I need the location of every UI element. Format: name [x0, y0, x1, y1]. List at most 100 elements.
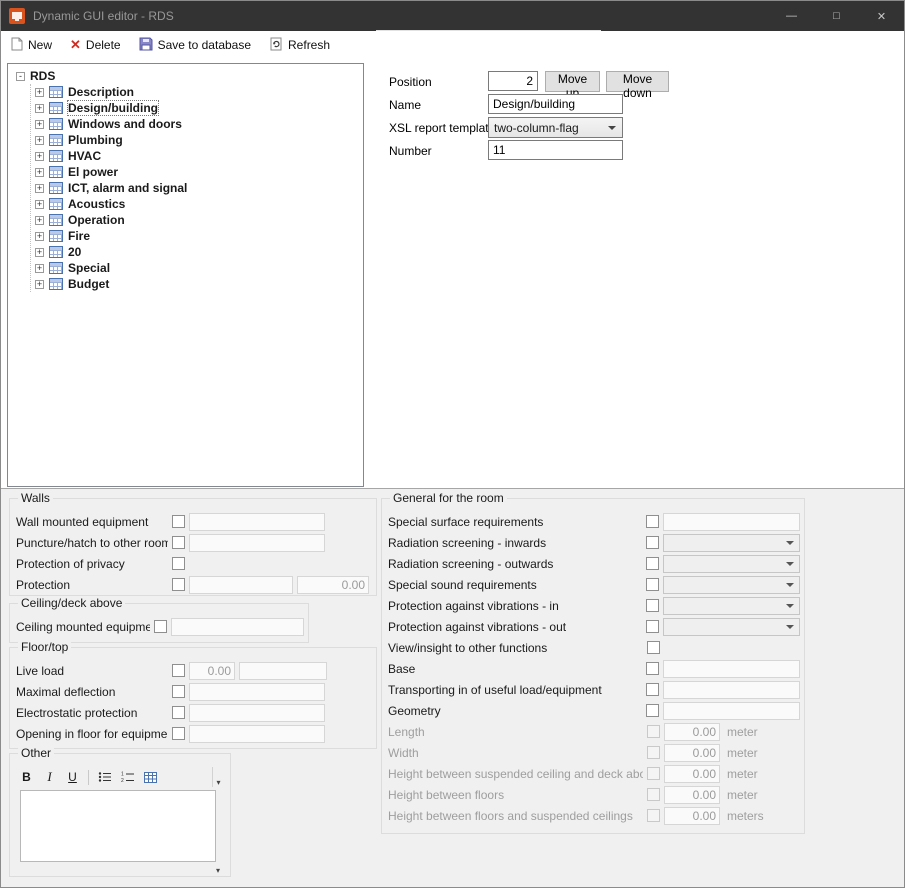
view-insight-row: View/insight to other functions — [388, 637, 800, 658]
minimize-button[interactable]: — — [769, 1, 814, 31]
vibrations-in-checkbox[interactable] — [646, 599, 659, 612]
protection-value-input[interactable]: 0.00 — [297, 576, 369, 594]
expand-icon[interactable]: + — [35, 280, 44, 289]
tree-item-hvac[interactable]: + HVAC — [31, 148, 363, 164]
electrostatic-protection-checkbox[interactable] — [172, 706, 185, 719]
tree-item-operation[interactable]: + Operation — [31, 212, 363, 228]
special-sound-select[interactable] — [663, 576, 800, 594]
wall-mounted-equipment-checkbox[interactable] — [172, 515, 185, 528]
wall-mounted-equipment-input[interactable] — [189, 513, 325, 531]
protection-of-privacy-checkbox[interactable] — [172, 557, 185, 570]
base-input[interactable] — [663, 660, 800, 678]
close-button[interactable]: ✕ — [859, 1, 904, 31]
xsl-report-template-select[interactable]: two-column-flag — [488, 117, 623, 138]
new-button[interactable]: New — [7, 34, 56, 57]
expand-icon[interactable]: + — [35, 120, 44, 129]
radiation-inwards-checkbox[interactable] — [646, 536, 659, 549]
expand-icon[interactable]: + — [35, 104, 44, 113]
editor-overflow-icon[interactable]: ▾ — [216, 866, 220, 875]
vibrations-out-checkbox[interactable] — [646, 620, 659, 633]
tree-item-plumbing[interactable]: + Plumbing — [31, 132, 363, 148]
delete-button[interactable]: ✕ Delete — [66, 35, 125, 55]
expand-icon[interactable]: + — [35, 136, 44, 145]
geometry-input[interactable] — [663, 702, 800, 720]
protection-input[interactable] — [189, 576, 293, 594]
height-between-floors-value-input[interactable]: 0.00 — [664, 786, 720, 804]
tree-item-acoustics[interactable]: + Acoustics — [31, 196, 363, 212]
special-surface-input[interactable] — [663, 513, 800, 531]
insert-table-button[interactable] — [140, 767, 161, 787]
opening-in-floor-input[interactable] — [189, 725, 325, 743]
tree-item-windows-and-doors[interactable]: + Windows and doors — [31, 116, 363, 132]
special-surface-checkbox[interactable] — [646, 515, 659, 528]
maximal-deflection-input[interactable] — [189, 683, 325, 701]
tree-item-ict-alarm-signal[interactable]: + ICT, alarm and signal — [31, 180, 363, 196]
expand-icon[interactable]: + — [35, 248, 44, 257]
number-label: Number — [389, 144, 432, 158]
tree-item-fire[interactable]: + Fire — [31, 228, 363, 244]
expand-icon[interactable]: + — [35, 152, 44, 161]
ceiling-mounted-equipment-input[interactable] — [171, 618, 304, 636]
bullet-list-button[interactable] — [94, 767, 115, 787]
protection-checkbox[interactable] — [172, 578, 185, 591]
italic-button[interactable]: I — [39, 767, 60, 787]
svg-text:2: 2 — [121, 778, 124, 783]
special-sound-checkbox[interactable] — [646, 578, 659, 591]
save-to-database-button[interactable]: Save to database — [135, 34, 255, 57]
maximal-deflection-checkbox[interactable] — [172, 685, 185, 698]
tree-item-20[interactable]: + 20 — [31, 244, 363, 260]
expand-icon[interactable]: + — [35, 232, 44, 241]
live-load-input[interactable] — [239, 662, 327, 680]
svg-text:1: 1 — [121, 772, 124, 778]
name-input[interactable] — [488, 94, 623, 114]
radiation-outwards-select[interactable] — [663, 555, 800, 573]
transporting-input[interactable] — [663, 681, 800, 699]
vibrations-in-select[interactable] — [663, 597, 800, 615]
toolbar-overflow-icon[interactable]: ▾ — [212, 767, 224, 787]
length-value-input[interactable]: 0.00 — [664, 723, 720, 741]
tree-item-budget[interactable]: + Budget — [31, 276, 363, 292]
expand-icon[interactable]: + — [35, 264, 44, 273]
new-document-icon — [11, 37, 23, 54]
radiation-outwards-checkbox[interactable] — [646, 557, 659, 570]
numbered-list-button[interactable]: 12 — [117, 767, 138, 787]
other-richtext-editor[interactable] — [20, 790, 216, 862]
transporting-checkbox[interactable] — [646, 683, 659, 696]
radiation-inwards-select[interactable] — [663, 534, 800, 552]
live-load-value-input[interactable]: 0.00 — [189, 662, 235, 680]
geometry-checkbox[interactable] — [646, 704, 659, 717]
bold-button[interactable]: B — [16, 767, 37, 787]
tree-item-el-power[interactable]: + El power — [31, 164, 363, 180]
view-insight-checkbox[interactable] — [647, 641, 660, 654]
expand-icon[interactable]: + — [35, 184, 44, 193]
tree-root[interactable]: - RDS — [16, 68, 363, 84]
height-ceiling-deck-value-input[interactable]: 0.00 — [664, 765, 720, 783]
opening-in-floor-checkbox[interactable] — [172, 727, 185, 740]
puncture-hatch-checkbox[interactable] — [172, 536, 185, 549]
refresh-button[interactable]: Refresh — [265, 34, 334, 57]
collapse-icon[interactable]: - — [16, 72, 25, 81]
underline-button[interactable]: U — [62, 767, 83, 787]
ceiling-mounted-equipment-checkbox[interactable] — [154, 620, 167, 633]
tree-item-description[interactable]: + Description — [31, 84, 363, 100]
expand-icon[interactable]: + — [35, 168, 44, 177]
expand-icon[interactable]: + — [35, 88, 44, 97]
electrostatic-protection-input[interactable] — [189, 704, 325, 722]
number-input[interactable] — [488, 140, 623, 160]
height-floors-suspended-ceilings-row: Height between floors and suspended ceil… — [388, 805, 800, 826]
expand-icon[interactable]: + — [35, 200, 44, 209]
vibrations-out-select[interactable] — [663, 618, 800, 636]
puncture-hatch-input[interactable] — [189, 534, 325, 552]
move-down-button[interactable]: Move down — [606, 71, 669, 92]
maximize-button[interactable]: □ — [814, 1, 859, 31]
position-input[interactable] — [488, 71, 538, 91]
height-floors-suspended-ceilings-value-input[interactable]: 0.00 — [664, 807, 720, 825]
geometry-row: Geometry — [388, 700, 800, 721]
tree-item-design-building[interactable]: + Design/building — [31, 100, 363, 116]
live-load-checkbox[interactable] — [172, 664, 185, 677]
move-up-button[interactable]: Move up — [545, 71, 600, 92]
width-value-input[interactable]: 0.00 — [664, 744, 720, 762]
base-checkbox[interactable] — [646, 662, 659, 675]
expand-icon[interactable]: + — [35, 216, 44, 225]
tree-item-special[interactable]: + Special — [31, 260, 363, 276]
